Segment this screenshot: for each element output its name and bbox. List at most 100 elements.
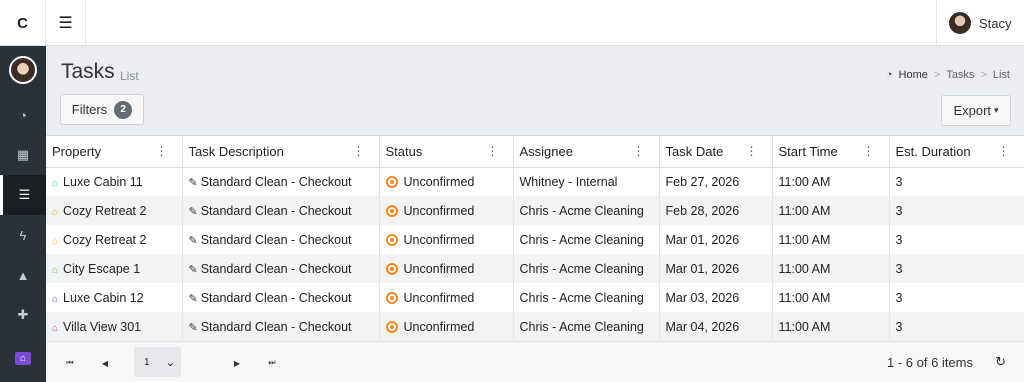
- column-menu-icon[interactable]: ⋮: [746, 144, 758, 158]
- calendar-icon[interactable]: ▦: [0, 135, 46, 175]
- cell-property[interactable]: ⌂ Cozy Retreat 2: [46, 196, 183, 225]
- cell-task-description[interactable]: ✎ Standard Clean - Checkout: [182, 254, 380, 283]
- cell-start-time[interactable]: 11:00 AM: [772, 225, 890, 254]
- last-page-icon[interactable]: ⏭: [262, 353, 282, 373]
- cell-task-date[interactable]: Mar 03, 2026: [659, 283, 773, 312]
- breadcrumb-tasks[interactable]: Tasks: [946, 69, 974, 81]
- warning-icon[interactable]: ▲: [0, 255, 46, 295]
- status-text: Unconfirmed: [403, 232, 475, 247]
- breadcrumb: ◔ Home > Tasks > List: [886, 69, 1010, 81]
- cell-task-description[interactable]: ✎ Standard Clean - Checkout: [182, 196, 380, 225]
- cell-status[interactable]: Unconfirmed: [379, 225, 514, 254]
- cell-est-duration[interactable]: 3: [889, 254, 1024, 283]
- table-row[interactable]: ⌂ City Escape 1 ✎ Standard Clean - Checkout…: [46, 254, 1024, 283]
- next-page-icon[interactable]: ▶: [227, 353, 247, 373]
- cell-task-description[interactable]: ✎ Standard Clean - Checkout: [182, 225, 380, 254]
- cell-assignee[interactable]: Chris - Acme Cleaning: [513, 254, 660, 283]
- column-header-property[interactable]: Property ⋮: [46, 136, 183, 168]
- column-menu-icon[interactable]: ⋮: [863, 144, 875, 158]
- plus-icon[interactable]: ✚: [0, 295, 46, 335]
- cell-status[interactable]: Unconfirmed: [379, 254, 514, 283]
- cell-est-duration[interactable]: 3: [889, 312, 1024, 341]
- filters-button[interactable]: Filters 2: [60, 94, 144, 125]
- page-size-select[interactable]: 1 ⌄: [134, 347, 181, 377]
- cell-est-duration[interactable]: 3: [889, 167, 1024, 196]
- dashboard-icon[interactable]: ◔: [0, 95, 46, 135]
- first-page-icon[interactable]: ⏮: [60, 353, 80, 373]
- cell-task-date[interactable]: Mar 01, 2026: [659, 254, 773, 283]
- cell-task-description[interactable]: ✎ Standard Clean - Checkout: [182, 312, 380, 341]
- cell-status[interactable]: Unconfirmed: [379, 312, 514, 341]
- column-header-task-description[interactable]: Task Description ⋮: [182, 136, 380, 168]
- cell-assignee[interactable]: Chris - Acme Cleaning: [513, 312, 660, 341]
- cell-property[interactable]: ⌂ Villa View 301: [46, 312, 183, 341]
- column-header-task-date[interactable]: Task Date ⋮: [659, 136, 773, 168]
- column-header-est-duration[interactable]: Est. Duration ⋮: [889, 136, 1024, 168]
- cell-task-date[interactable]: Mar 04, 2026: [659, 312, 773, 341]
- cleaning-brush-icon: ✎: [188, 176, 198, 189]
- page-title: Tasks: [61, 60, 115, 83]
- column-menu-icon[interactable]: ⋮: [156, 144, 168, 158]
- cell-status[interactable]: Unconfirmed: [379, 283, 514, 312]
- cell-property[interactable]: ⌂ Luxe Cabin 12: [46, 283, 183, 312]
- column-menu-icon[interactable]: ⋮: [998, 144, 1010, 158]
- status-text: Unconfirmed: [403, 203, 475, 218]
- home-icon[interactable]: ⌂: [0, 338, 46, 378]
- column-header-status[interactable]: Status ⋮: [379, 136, 514, 168]
- table-row[interactable]: ⌂ Cozy Retreat 2 ✎ Standard Clean - Checkou…: [46, 225, 1024, 254]
- sidebar-avatar[interactable]: [9, 56, 37, 84]
- bolt-icon[interactable]: ϟ: [0, 215, 46, 255]
- cell-assignee[interactable]: Chris - Acme Cleaning: [513, 283, 660, 312]
- cell-status[interactable]: Unconfirmed: [379, 196, 514, 225]
- user-avatar: [949, 12, 971, 34]
- cell-task-description[interactable]: ✎ Standard Clean - Checkout: [182, 167, 380, 196]
- cell-est-duration[interactable]: 3: [889, 196, 1024, 225]
- page-subtitle: List: [120, 69, 139, 83]
- column-menu-icon[interactable]: ⋮: [353, 144, 365, 158]
- cell-assignee[interactable]: Whitney - Internal: [513, 167, 660, 196]
- cell-task-date[interactable]: Feb 27, 2026: [659, 167, 773, 196]
- table-row[interactable]: ⌂ Luxe Cabin 12 ✎ Standard Clean - Checkout…: [46, 283, 1024, 312]
- table-header-row: Property ⋮ Task Description ⋮ Status ⋮ Assi…: [46, 136, 1024, 168]
- export-button[interactable]: Export ▾: [941, 95, 1011, 126]
- cell-start-time[interactable]: 11:00 AM: [772, 196, 890, 225]
- cell-task-description[interactable]: ✎ Standard Clean - Checkout: [182, 283, 380, 312]
- column-header-assignee[interactable]: Assignee ⋮: [513, 136, 660, 168]
- status-unconfirmed-icon: [385, 175, 398, 188]
- list-icon[interactable]: ☰: [0, 175, 46, 215]
- chevron-down-icon: ⌄: [165, 356, 175, 369]
- user-menu[interactable]: Stacy: [936, 0, 1024, 46]
- cell-status[interactable]: Unconfirmed: [379, 167, 514, 196]
- column-menu-icon[interactable]: ⋮: [633, 144, 645, 158]
- column-header-start-time[interactable]: Start Time ⋮: [772, 136, 890, 168]
- column-menu-icon[interactable]: ⋮: [487, 144, 499, 158]
- property-name: Villa View 301: [63, 319, 142, 334]
- cell-start-time[interactable]: 11:00 AM: [772, 254, 890, 283]
- cell-property[interactable]: ⌂ Luxe Cabin 11: [46, 167, 183, 196]
- cell-est-duration[interactable]: 3: [889, 225, 1024, 254]
- previous-page-icon[interactable]: ◀: [95, 353, 115, 373]
- breadcrumb-home[interactable]: Home: [899, 69, 928, 81]
- status-unconfirmed-icon: [385, 204, 398, 217]
- tasks-table: Property ⋮ Task Description ⋮ Status ⋮ Assi…: [46, 136, 1024, 341]
- house-icon: ⌂: [52, 264, 59, 276]
- app-logo[interactable]: C: [0, 0, 46, 46]
- refresh-icon[interactable]: ↻: [995, 354, 1006, 370]
- cell-task-date[interactable]: Mar 01, 2026: [659, 225, 773, 254]
- cell-est-duration[interactable]: 3: [889, 283, 1024, 312]
- column-label: Est. Duration: [895, 143, 971, 159]
- cell-property[interactable]: ⌂ Cozy Retreat 2: [46, 225, 183, 254]
- cell-assignee[interactable]: Chris - Acme Cleaning: [513, 196, 660, 225]
- cell-assignee[interactable]: Chris - Acme Cleaning: [513, 225, 660, 254]
- table-row[interactable]: ⌂ Luxe Cabin 11 ✎ Standard Clean - Checkout…: [46, 167, 1024, 196]
- table-row[interactable]: ⌂ Villa View 301 ✎ Standard Clean - Checkou…: [46, 312, 1024, 341]
- column-label: Start Time: [778, 143, 838, 159]
- cell-start-time[interactable]: 11:00 AM: [772, 283, 890, 312]
- hamburger-icon[interactable]: ☰: [46, 0, 86, 46]
- cell-property[interactable]: ⌂ City Escape 1: [46, 254, 183, 283]
- cell-start-time[interactable]: 11:00 AM: [772, 167, 890, 196]
- table-row[interactable]: ⌂ Cozy Retreat 2 ✎ Standard Clean - Checkou…: [46, 196, 1024, 225]
- cell-start-time[interactable]: 11:00 AM: [772, 312, 890, 341]
- status-text: Unconfirmed: [403, 290, 475, 305]
- cell-task-date[interactable]: Feb 28, 2026: [659, 196, 773, 225]
